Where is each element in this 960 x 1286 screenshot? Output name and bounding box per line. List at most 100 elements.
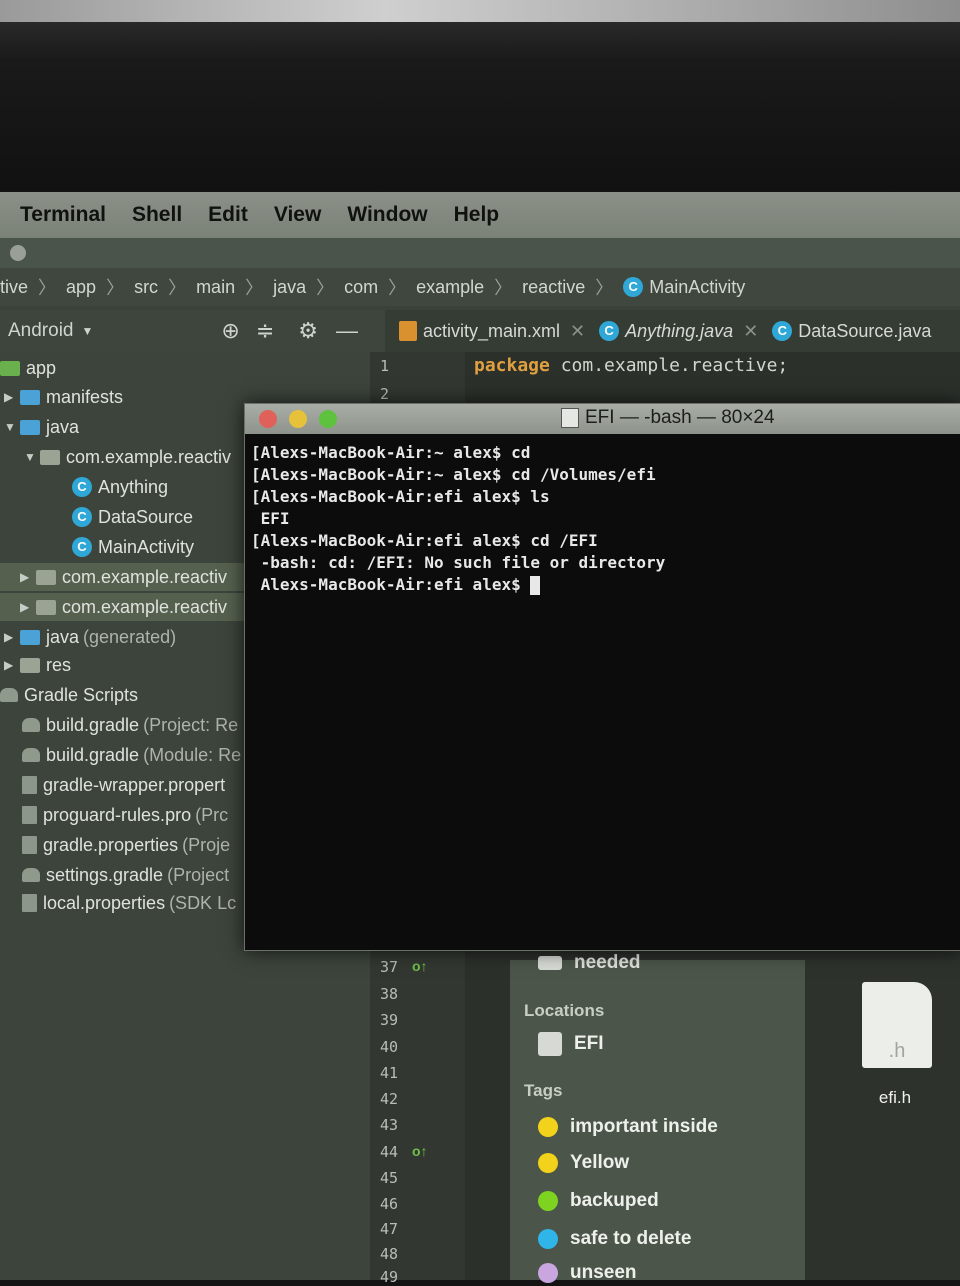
tag-yellow[interactable]: Yellow — [538, 1152, 629, 1174]
crumb-app[interactable]: app — [66, 277, 96, 298]
file-extension: .h — [888, 1040, 906, 1062]
tag-important-inside[interactable]: important inside — [538, 1116, 718, 1138]
line-number: 40 — [380, 1038, 399, 1056]
file-name[interactable]: efi.h — [850, 1088, 940, 1108]
chevron-down-icon[interactable]: ▼ — [82, 324, 94, 338]
tab-anything-java[interactable]: C Anything.java ✕ — [599, 321, 758, 342]
line-number: 46 — [380, 1195, 399, 1213]
tag-unseen[interactable]: unseen — [538, 1262, 637, 1284]
tree-item-build-gradle-project[interactable]: build.gradle (Project: Re — [22, 711, 238, 739]
folder-icon — [20, 389, 40, 405]
chevron-down-icon[interactable]: ▼ — [24, 450, 40, 464]
chevron-right-icon[interactable]: ▶ — [20, 600, 36, 614]
keyword-package: package — [474, 355, 550, 376]
tree-item-gradle-properties[interactable]: gradle.properties (Proje — [22, 831, 230, 859]
crumb-reactive[interactable]: reactive — [522, 277, 585, 298]
menu-help[interactable]: Help — [454, 203, 500, 227]
tag-backuped[interactable]: backuped — [538, 1190, 659, 1212]
crumb-src[interactable]: src — [134, 277, 158, 298]
monitor-bezel — [0, 0, 960, 190]
chevron-right-icon[interactable]: ▶ — [20, 570, 36, 584]
gear-icon[interactable]: ⚙ — [298, 318, 318, 344]
project-toolbar: Android ▼ ⊕ ≑ ⚙ — — [0, 310, 385, 352]
properties-file-icon — [22, 894, 37, 912]
override-marker-icon[interactable]: o↑ — [412, 1143, 428, 1159]
chevron-right-icon[interactable]: ▶ — [4, 630, 20, 644]
close-icon[interactable]: ✕ — [570, 321, 585, 342]
tab-datasource-java[interactable]: C DataSource.java — [772, 321, 931, 342]
override-marker-icon[interactable]: o↑ — [412, 958, 428, 974]
tag-label: safe to delete — [570, 1228, 692, 1249]
crumb-com[interactable]: com — [344, 277, 378, 298]
menu-shell[interactable]: Shell — [132, 203, 182, 227]
tree-item-package-androidtest[interactable]: ▶ com.example.reactiv — [0, 593, 246, 621]
tree-label: java — [46, 626, 80, 647]
tree-item-proguard[interactable]: proguard-rules.pro (Prc — [22, 801, 228, 829]
chevron-right-icon[interactable]: ▶ — [4, 390, 20, 404]
crumb-mainactivity[interactable]: MainActivity — [649, 277, 745, 298]
minimize-icon[interactable]: — — [336, 318, 358, 344]
terminal-titlebar[interactable]: EFI — -bash — 80×24 — [245, 404, 960, 434]
ide-titlebar — [0, 238, 960, 268]
zoom-button[interactable] — [319, 410, 337, 428]
tree-item-anything[interactable]: C Anything — [72, 473, 168, 501]
tree-hint: (Project: Re — [143, 714, 239, 735]
tree-item-res[interactable]: ▶ res — [4, 651, 71, 679]
tree-item-gradle-scripts[interactable]: Gradle Scripts — [0, 681, 138, 709]
crumb-example[interactable]: example — [416, 277, 484, 298]
tree-label: proguard-rules.pro — [43, 804, 192, 825]
sidebar-label: EFI — [574, 1033, 604, 1054]
crumb-java[interactable]: java — [273, 277, 306, 298]
window-close-button[interactable] — [10, 245, 26, 261]
chevron-right-icon[interactable]: ▶ — [4, 658, 20, 672]
tree-item-build-gradle-module[interactable]: build.gradle (Module: Re — [22, 741, 241, 769]
tag-label: important inside — [570, 1116, 718, 1137]
tab-label: DataSource.java — [798, 320, 932, 341]
terminal-window[interactable]: EFI — -bash — 80×24 [Alexs-MacBook-Air:~… — [244, 403, 960, 951]
folder-icon — [20, 419, 40, 435]
menu-view[interactable]: View — [274, 203, 321, 227]
close-icon[interactable]: ✕ — [743, 321, 758, 342]
code-line-1[interactable]: package com.example.reactive; — [474, 355, 788, 376]
menu-terminal[interactable]: Terminal — [20, 203, 106, 227]
crumb-main[interactable]: main — [196, 277, 235, 298]
chevron-right-icon: 〉 — [316, 278, 335, 298]
view-selector[interactable]: Android — [8, 320, 74, 342]
tab-activity-main-xml[interactable]: activity_main.xml ✕ — [399, 321, 585, 342]
tag-safe-to-delete[interactable]: safe to delete — [538, 1228, 691, 1250]
tree-label: build.gradle — [46, 714, 140, 735]
target-icon[interactable]: ⊕ — [221, 318, 239, 344]
chevron-down-icon[interactable]: ▼ — [4, 420, 20, 434]
class-icon: C — [599, 321, 620, 341]
terminal-prompt-line[interactable]: Alexs-MacBook-Air:efi alex$ — [251, 574, 665, 596]
class-icon: C — [72, 507, 92, 527]
crumb-project[interactable]: tive — [0, 277, 28, 298]
tree-item-mainactivity[interactable]: C MainActivity — [72, 533, 194, 561]
tag-label: Yellow — [570, 1152, 630, 1173]
sidebar-item-needed[interactable]: needed — [538, 952, 641, 974]
tree-item-gradle-wrapper[interactable]: gradle-wrapper.propert — [22, 771, 225, 799]
terminal-output[interactable]: [Alexs-MacBook-Air:~ alex$ cd [Alexs-MacB… — [251, 442, 665, 596]
tree-item-package-test[interactable]: ▶ com.example.reactiv — [0, 563, 246, 591]
menu-edit[interactable]: Edit — [208, 203, 248, 227]
line-number: 41 — [380, 1064, 399, 1082]
tree-item-local-properties[interactable]: local.properties (SDK Lc — [22, 889, 236, 917]
tree-item-java[interactable]: ▼ java — [4, 413, 79, 441]
text-file-icon — [22, 806, 37, 824]
tree-item-manifests[interactable]: ▶ manifests — [4, 383, 123, 411]
line-number: 38 — [380, 985, 399, 1003]
tree-item-settings-gradle[interactable]: settings.gradle (Project — [22, 861, 229, 889]
sidebar-item-efi[interactable]: EFI — [538, 1032, 604, 1056]
tree-item-java-generated[interactable]: ▶ java (generated) — [4, 623, 176, 651]
tree-item-package[interactable]: ▼ com.example.reactiv — [24, 443, 231, 471]
menu-window[interactable]: Window — [347, 203, 427, 227]
tree-label: app — [26, 357, 57, 378]
tree-label: com.example.reactiv — [62, 566, 228, 587]
close-button[interactable] — [259, 410, 277, 428]
tag-green-icon — [538, 1191, 558, 1211]
tree-item-datasource[interactable]: C DataSource — [72, 503, 193, 531]
tree-item-app[interactable]: app — [0, 354, 56, 382]
collapse-icon[interactable]: ≑ — [256, 318, 274, 344]
tree-label: Anything — [98, 476, 169, 497]
minimize-button[interactable] — [289, 410, 307, 428]
